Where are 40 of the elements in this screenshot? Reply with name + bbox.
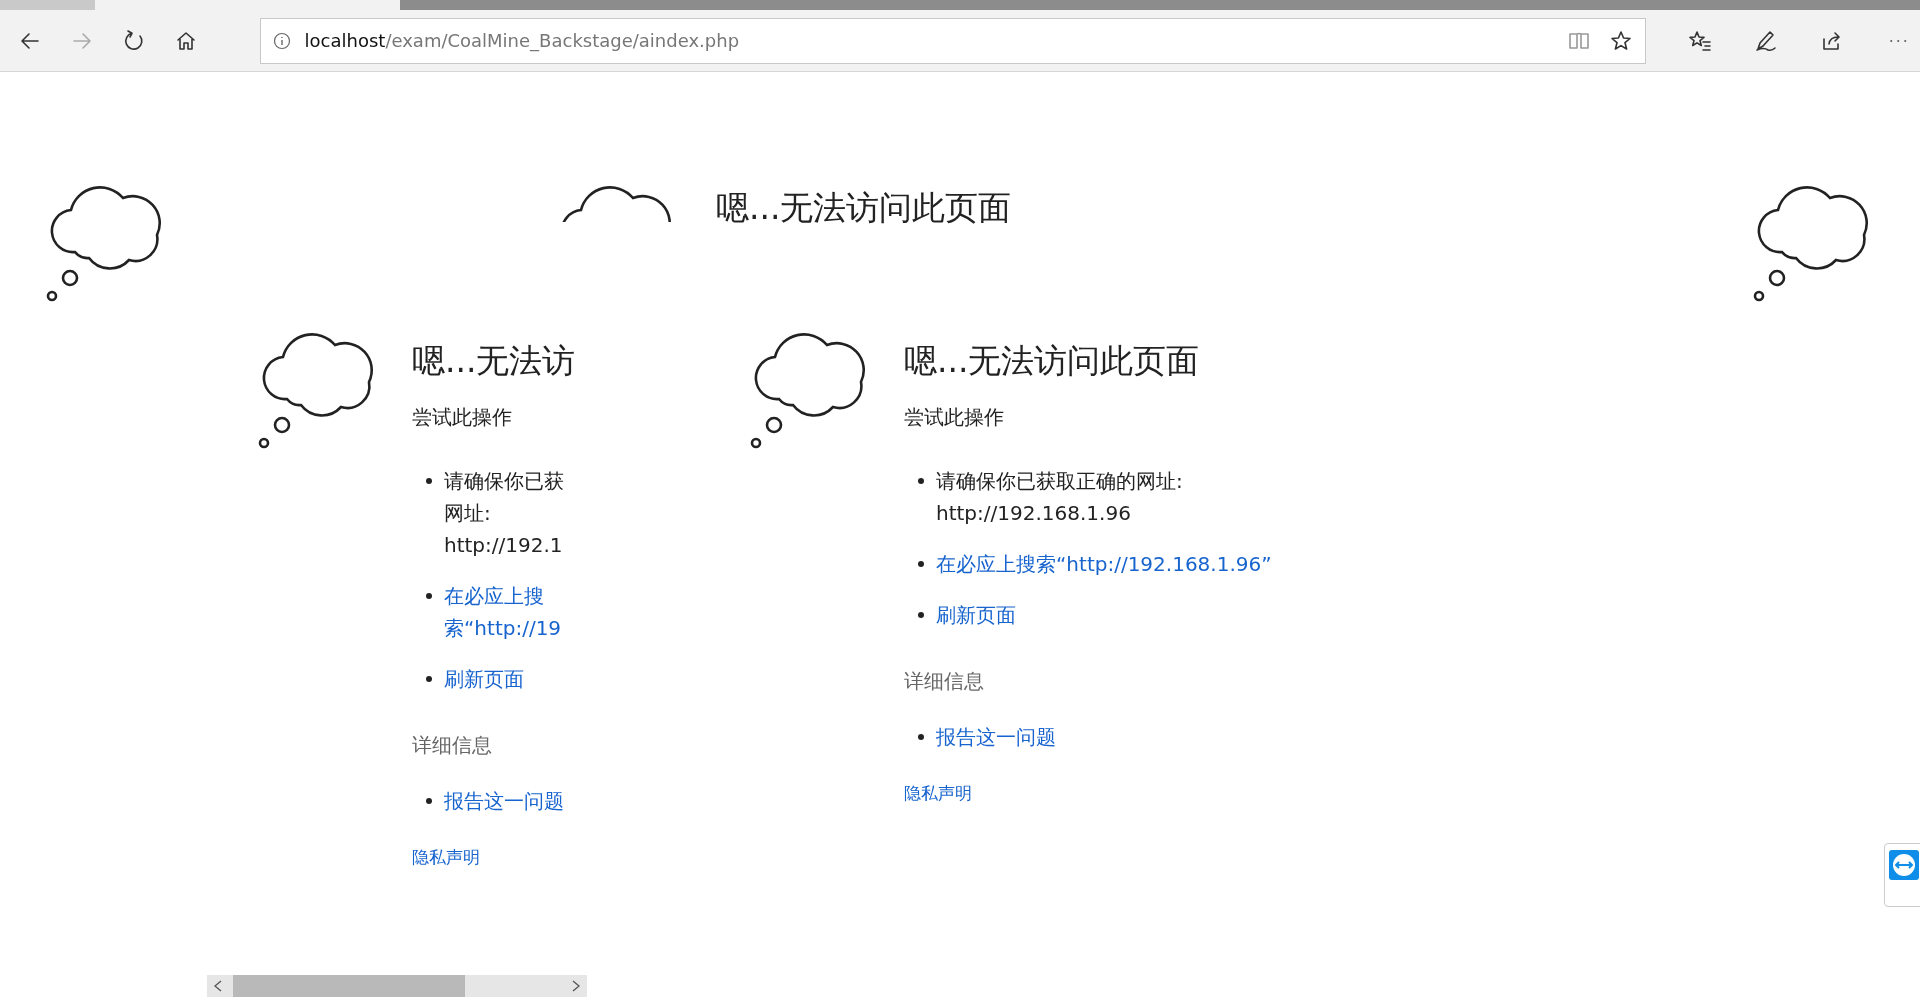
horizontal-scrollbar[interactable] — [207, 975, 587, 997]
instruction-text: 网址: — [444, 500, 492, 527]
star-icon[interactable] — [1609, 28, 1633, 53]
section-heading: 尝试此操作 — [904, 404, 1005, 431]
link[interactable]: 索“http://19 — [444, 612, 562, 644]
scrollbar-thumb[interactable] — [233, 975, 465, 997]
scroll-left-icon[interactable] — [213, 980, 223, 992]
link[interactable]: 报告这一问题 — [444, 785, 564, 817]
bullet-icon — [918, 561, 924, 567]
instruction-text: 请确保你已获 — [444, 468, 564, 495]
instruction-text: 请确保你已获取正确的网址: — [936, 468, 1183, 495]
bullet-icon — [426, 593, 432, 599]
bullet-icon — [426, 478, 432, 484]
link[interactable]: 在必应上搜 — [444, 580, 562, 612]
instruction-text: http://192.168.1.96 — [936, 500, 1132, 527]
error-heading: 嗯...无法访问此页面 — [716, 187, 1012, 229]
star-list-icon[interactable] — [1688, 28, 1712, 53]
link[interactable]: 刷新页面 — [936, 599, 1016, 631]
error-heading: 嗯...无法访 — [412, 340, 576, 382]
address-bar[interactable]: localhost/exam/CoalMine_Backstage/aindex.php — [259, 17, 1646, 64]
side-panel[interactable] — [1884, 843, 1920, 907]
link[interactable]: 报告这一问题 — [936, 721, 1056, 753]
url-text[interactable]: localhost/exam/CoalMine_Backstage/aindex.php — [304, 30, 1549, 51]
scroll-right-icon[interactable] — [571, 980, 581, 992]
bullet-icon — [426, 676, 432, 682]
instruction-text: http://192.1 — [444, 532, 564, 559]
bullet-icon — [918, 612, 924, 618]
section-heading: 详细信息 — [412, 732, 493, 759]
link[interactable]: 刷新页面 — [444, 663, 524, 695]
error-heading: 嗯...无法访问此页面 — [904, 340, 1201, 382]
bullet-icon — [918, 478, 924, 484]
bullet-icon — [426, 798, 432, 804]
link[interactable]: 在必应上搜索“http://192.168.1.96” — [936, 548, 1272, 580]
section-heading: 详细信息 — [904, 668, 985, 695]
section-heading: 尝试此操作 — [412, 404, 513, 431]
bullet-icon — [918, 734, 924, 740]
info-icon[interactable] — [272, 31, 291, 50]
privacy-link[interactable]: 隐私声明 — [904, 782, 972, 805]
pen-icon[interactable] — [1754, 28, 1778, 53]
privacy-link[interactable]: 隐私声明 — [412, 846, 480, 869]
